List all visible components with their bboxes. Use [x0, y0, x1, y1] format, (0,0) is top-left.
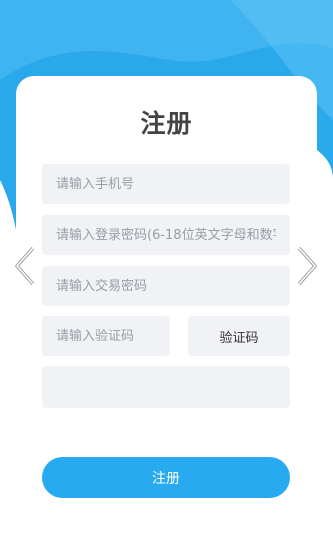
- verification-code-input[interactable]: [42, 316, 170, 356]
- page-title: 注册: [140, 109, 193, 138]
- chevron-right-icon[interactable]: [294, 244, 320, 288]
- register-button[interactable]: 注册: [42, 457, 290, 498]
- chevron-left-icon[interactable]: [12, 244, 38, 288]
- watermark: 飞卢 enxf.com: [244, 502, 330, 548]
- get-code-button[interactable]: 验证码: [188, 316, 290, 356]
- login-password-input[interactable]: [42, 215, 290, 255]
- watermark-url: enxf.com: [284, 528, 330, 539]
- captcha-field[interactable]: [42, 366, 290, 408]
- phone-input[interactable]: [42, 164, 290, 204]
- watermark-logo: 飞卢: [290, 501, 330, 525]
- trade-password-input[interactable]: [42, 266, 290, 306]
